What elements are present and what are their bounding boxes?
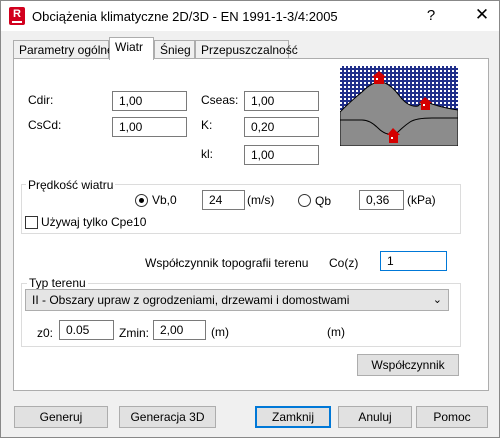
coefficient-button[interactable]: Współczynnik xyxy=(357,354,459,376)
terrain-type-select[interactable]: II - Obszary upraw z ogrodzeniami, drzew… xyxy=(25,289,449,311)
qb-radio[interactable] xyxy=(298,194,311,207)
tab-wind[interactable]: Wiatr xyxy=(109,37,154,60)
cdir-field[interactable] xyxy=(112,91,187,111)
app-logo-icon: R xyxy=(9,7,25,25)
help-button[interactable]: Pomoc xyxy=(416,406,488,428)
cscd-label: CsCd: xyxy=(28,118,62,132)
tab-general-params[interactable]: Parametry ogólne xyxy=(13,40,114,60)
cancel-button[interactable]: Anuluj xyxy=(338,406,412,428)
k-label: K: xyxy=(201,118,213,132)
cdir-label: Cdir: xyxy=(28,93,54,107)
generate-button[interactable]: Generuj xyxy=(14,406,108,428)
qb-label: Qb xyxy=(315,194,332,208)
cseas-field[interactable] xyxy=(244,91,319,111)
vb-unit: (m/s) xyxy=(247,193,275,207)
wind-speed-group-title: Prędkość wiatru xyxy=(26,178,116,192)
kl-field[interactable] xyxy=(244,145,319,165)
window-title: Obciążenia klimatyczne 2D/3D - EN 1991-1… xyxy=(32,9,338,24)
help-title-button[interactable]: ? xyxy=(421,7,441,27)
z0-label: z0: xyxy=(37,326,54,340)
chevron-down-icon: ⌄ xyxy=(432,294,442,306)
terrain-illustration xyxy=(340,66,458,146)
vb-radio[interactable] xyxy=(135,194,148,207)
k-field[interactable] xyxy=(244,117,319,137)
terrain-type-group-title: Typ terenu xyxy=(27,276,88,290)
zmin-label: Zmin: xyxy=(119,326,149,340)
tab-permeability[interactable]: Przepuszczalność xyxy=(195,40,298,60)
title-bar: R Obciążenia klimatyczne 2D/3D - EN 1991… xyxy=(1,1,499,31)
zmin-unit: (m) xyxy=(211,325,229,339)
dialog-window: R Obciążenia klimatyczne 2D/3D - EN 1991… xyxy=(0,0,500,438)
close-button[interactable]: Zamknij xyxy=(255,406,331,428)
generate-3d-button[interactable]: Generacja 3D xyxy=(119,406,216,428)
kl-label: kl: xyxy=(201,147,213,161)
coz-label: Co(z) xyxy=(329,256,359,270)
cseas-label: Cseas: xyxy=(201,93,239,107)
qb-field[interactable] xyxy=(359,190,404,210)
terrain-type-selected: II - Obszary upraw z ogrodzeniami, drzew… xyxy=(32,293,350,307)
vb-field[interactable] xyxy=(202,190,245,210)
qb-unit: (kPa) xyxy=(407,193,436,207)
cpe10-checkbox[interactable] xyxy=(25,216,38,229)
topography-label: Współczynnik topografii terenu xyxy=(145,256,309,270)
height-unit: (m) xyxy=(327,325,345,339)
cscd-field[interactable] xyxy=(112,117,187,137)
z0-field[interactable] xyxy=(59,320,114,340)
coz-field[interactable] xyxy=(380,251,447,271)
vb-label: Vb,0 xyxy=(152,193,177,207)
close-window-button[interactable]: ✕ xyxy=(471,5,493,27)
tab-snow[interactable]: Śnieg xyxy=(154,40,195,60)
zmin-field[interactable] xyxy=(153,320,206,340)
cpe10-label: Używaj tylko Cpe10 xyxy=(41,215,147,229)
